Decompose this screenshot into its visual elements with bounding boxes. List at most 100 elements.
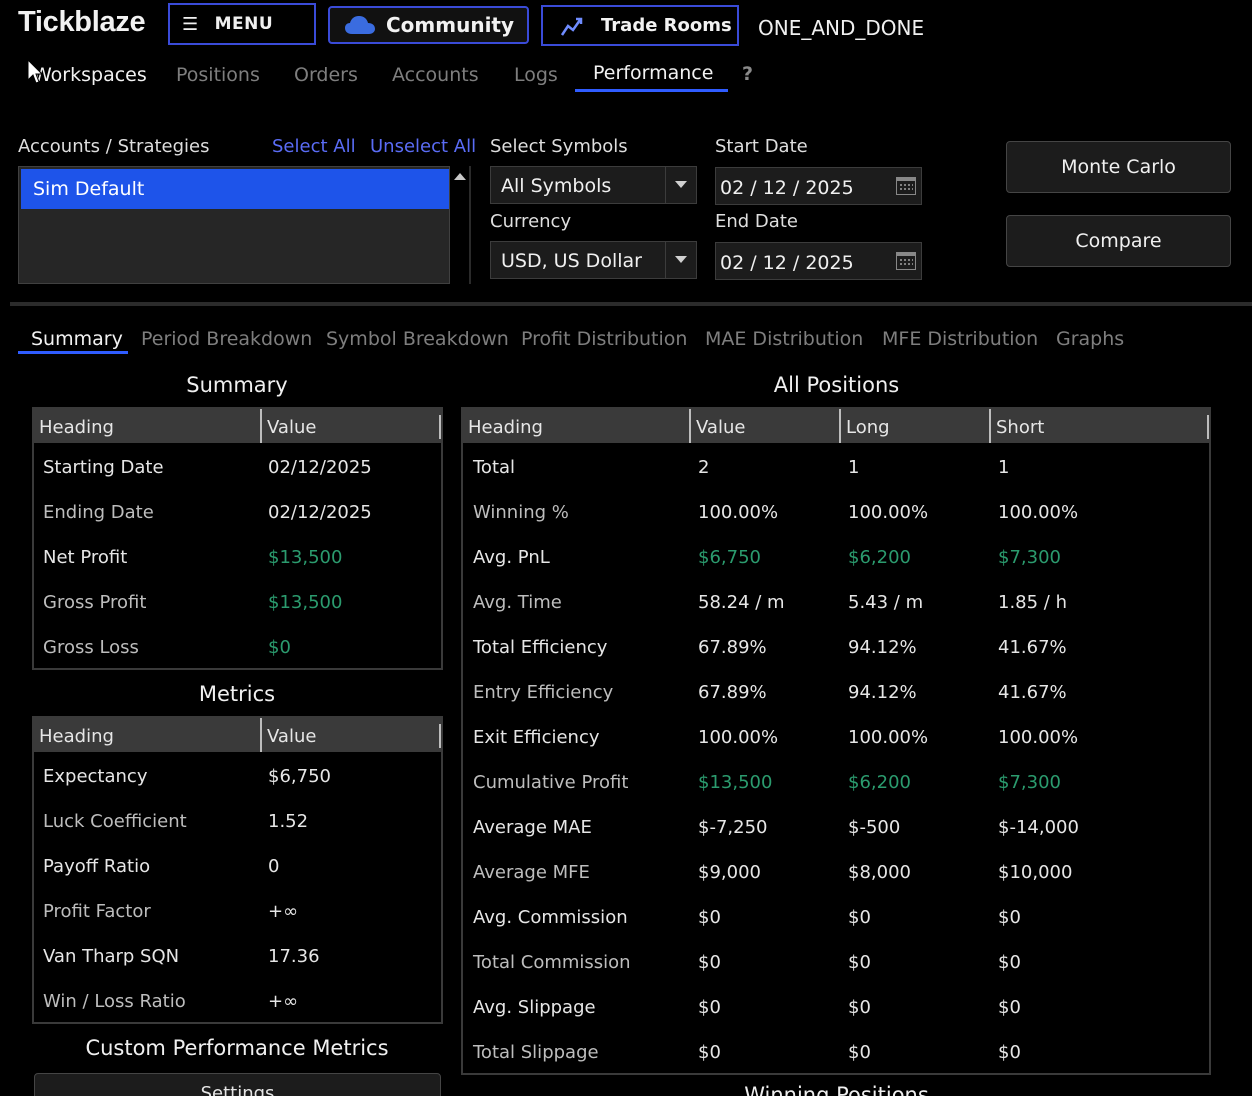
compare-button[interactable]: Compare bbox=[1006, 215, 1231, 267]
tab-logs[interactable]: Logs bbox=[514, 64, 558, 86]
tab-performance[interactable]: Performance bbox=[593, 62, 713, 84]
cell-long: $0 bbox=[848, 997, 871, 1018]
column-header-short[interactable]: Short bbox=[989, 409, 1189, 443]
start-date-value: 02 / 12 / 2025 bbox=[720, 177, 854, 199]
table-row[interactable]: Entry Efficiency 67.89% 94.12% 41.67% bbox=[463, 668, 1209, 713]
table-row[interactable]: Cumulative Profit $13,500 $6,200 $7,300 bbox=[463, 758, 1209, 803]
row-heading: Ending Date bbox=[43, 502, 154, 523]
row-heading: Cumulative Profit bbox=[473, 772, 629, 793]
tab-mae-distribution[interactable]: MAE Distribution bbox=[705, 328, 863, 350]
row-heading: Expectancy bbox=[43, 766, 148, 787]
table-row[interactable]: Exit Efficiency 100.00% 100.00% 100.00% bbox=[463, 713, 1209, 758]
cell-short: $7,300 bbox=[998, 547, 1061, 568]
start-date-input[interactable]: 02 / 12 / 2025 bbox=[715, 167, 922, 205]
section-divider bbox=[10, 302, 1252, 306]
active-tab-indicator bbox=[575, 89, 728, 92]
metrics-table: Heading Value Expectancy $6,750 Luck Coeff… bbox=[32, 716, 443, 1024]
cell-value: $9,000 bbox=[698, 862, 761, 883]
accounts-list[interactable]: Sim Default bbox=[18, 166, 450, 284]
table-row[interactable]: Ending Date 02/12/2025 bbox=[34, 488, 441, 533]
table-row[interactable]: Avg. Slippage $0 $0 $0 bbox=[463, 983, 1209, 1028]
column-header-value[interactable]: Value bbox=[260, 718, 440, 752]
tab-graphs[interactable]: Graphs bbox=[1056, 328, 1124, 350]
tab-symbol-breakdown[interactable]: Symbol Breakdown bbox=[326, 328, 509, 350]
menu-button[interactable]: ☰ MENU bbox=[168, 3, 316, 45]
column-header-value[interactable]: Value bbox=[260, 409, 440, 443]
table-row[interactable]: Avg. Time 58.24 / m 5.43 / m 1.85 / h bbox=[463, 578, 1209, 623]
all-positions-title: All Positions bbox=[773, 373, 900, 397]
tab-positions[interactable]: Positions bbox=[176, 64, 260, 86]
table-row[interactable]: Win / Loss Ratio +∞ bbox=[34, 977, 441, 1022]
cell-value: $0 bbox=[698, 1042, 721, 1063]
column-header-value[interactable]: Value bbox=[689, 409, 839, 443]
community-button[interactable]: Community bbox=[328, 6, 529, 44]
select-all-link[interactable]: Select All bbox=[272, 136, 356, 157]
row-heading: Avg. PnL bbox=[473, 547, 550, 568]
column-header-heading[interactable]: Heading bbox=[463, 409, 689, 443]
column-header-heading[interactable]: Heading bbox=[34, 718, 260, 752]
tab-period-breakdown[interactable]: Period Breakdown bbox=[141, 328, 312, 350]
currency-select[interactable]: USD, US Dollar bbox=[490, 241, 697, 279]
tab-workspaces[interactable]: Workspaces bbox=[33, 64, 147, 86]
cell-long: 94.12% bbox=[848, 682, 917, 703]
cell-value: $13,500 bbox=[268, 592, 343, 613]
monte-carlo-button[interactable]: Monte Carlo bbox=[1006, 141, 1231, 193]
table-row[interactable]: Winning % 100.00% 100.00% 100.00% bbox=[463, 488, 1209, 533]
table-row[interactable]: Total Slippage $0 $0 $0 bbox=[463, 1028, 1209, 1073]
currency-value: USD, US Dollar bbox=[501, 250, 642, 272]
tab-accounts[interactable]: Accounts bbox=[392, 64, 479, 86]
scroll-up-icon[interactable] bbox=[454, 173, 466, 180]
table-row[interactable]: Luck Coefficient 1.52 bbox=[34, 797, 441, 842]
tab-profit-distribution[interactable]: Profit Distribution bbox=[521, 328, 687, 350]
active-subtab-indicator bbox=[18, 351, 128, 354]
row-heading: Starting Date bbox=[43, 457, 164, 478]
table-row[interactable]: Avg. Commission $0 $0 $0 bbox=[463, 893, 1209, 938]
cell-value: 02/12/2025 bbox=[268, 502, 372, 523]
cell-value: $6,750 bbox=[698, 547, 761, 568]
table-row[interactable]: Avg. PnL $6,750 $6,200 $7,300 bbox=[463, 533, 1209, 578]
table-row[interactable]: Average MFE $9,000 $8,000 $10,000 bbox=[463, 848, 1209, 893]
cell-value: 100.00% bbox=[698, 727, 779, 748]
list-item-sim-default[interactable]: Sim Default bbox=[21, 169, 449, 209]
table-row[interactable]: Average MAE $-7,250 $-500 $-14,000 bbox=[463, 803, 1209, 848]
row-heading: Average MAE bbox=[473, 817, 592, 838]
chevron-down-icon[interactable] bbox=[675, 256, 687, 263]
symbols-select[interactable]: All Symbols bbox=[490, 166, 697, 204]
calendar-icon[interactable] bbox=[896, 252, 916, 270]
settings-button[interactable]: Settings bbox=[34, 1073, 441, 1096]
cell-value: $13,500 bbox=[268, 547, 343, 568]
cell-long: $0 bbox=[848, 1042, 871, 1063]
select-symbols-label: Select Symbols bbox=[490, 136, 628, 157]
row-heading: Avg. Slippage bbox=[473, 997, 596, 1018]
table-row[interactable]: Total Efficiency 67.89% 94.12% 41.67% bbox=[463, 623, 1209, 668]
tab-mfe-distribution[interactable]: MFE Distribution bbox=[882, 328, 1038, 350]
trade-rooms-button[interactable]: Trade Rooms bbox=[541, 5, 739, 46]
hamburger-icon: ☰ bbox=[182, 13, 199, 35]
table-row[interactable]: Total 2 1 1 bbox=[463, 443, 1209, 488]
table-row[interactable]: Gross Profit $13,500 bbox=[34, 578, 441, 623]
table-row[interactable]: Expectancy $6,750 bbox=[34, 752, 441, 797]
column-header-heading[interactable]: Heading bbox=[34, 409, 260, 443]
table-row[interactable]: Gross Loss $0 bbox=[34, 623, 441, 668]
chevron-down-icon[interactable] bbox=[675, 181, 687, 188]
calendar-icon[interactable] bbox=[896, 177, 916, 195]
table-row[interactable]: Net Profit $13,500 bbox=[34, 533, 441, 578]
brand-logo: Tickblaze bbox=[18, 6, 146, 38]
table-row[interactable]: Van Tharp SQN 17.36 bbox=[34, 932, 441, 977]
accounts-scrollbar[interactable] bbox=[451, 166, 471, 284]
tab-orders[interactable]: Orders bbox=[294, 64, 358, 86]
row-heading: Winning % bbox=[473, 502, 569, 523]
column-header-long[interactable]: Long bbox=[839, 409, 989, 443]
cell-long: 5.43 / m bbox=[848, 592, 924, 613]
unselect-all-link[interactable]: Unselect All bbox=[370, 136, 476, 157]
end-date-input[interactable]: 02 / 12 / 2025 bbox=[715, 242, 922, 280]
table-row[interactable]: Starting Date 02/12/2025 bbox=[34, 443, 441, 488]
table-row[interactable]: Profit Factor +∞ bbox=[34, 887, 441, 932]
cell-value: $0 bbox=[698, 997, 721, 1018]
table-row[interactable]: Total Commission $0 $0 $0 bbox=[463, 938, 1209, 983]
trade-rooms-label: Trade Rooms bbox=[601, 15, 732, 36]
help-icon[interactable]: ? bbox=[742, 63, 753, 85]
table-row[interactable]: Payoff Ratio 0 bbox=[34, 842, 441, 887]
tab-summary[interactable]: Summary bbox=[31, 328, 123, 350]
end-date-value: 02 / 12 / 2025 bbox=[720, 252, 854, 274]
